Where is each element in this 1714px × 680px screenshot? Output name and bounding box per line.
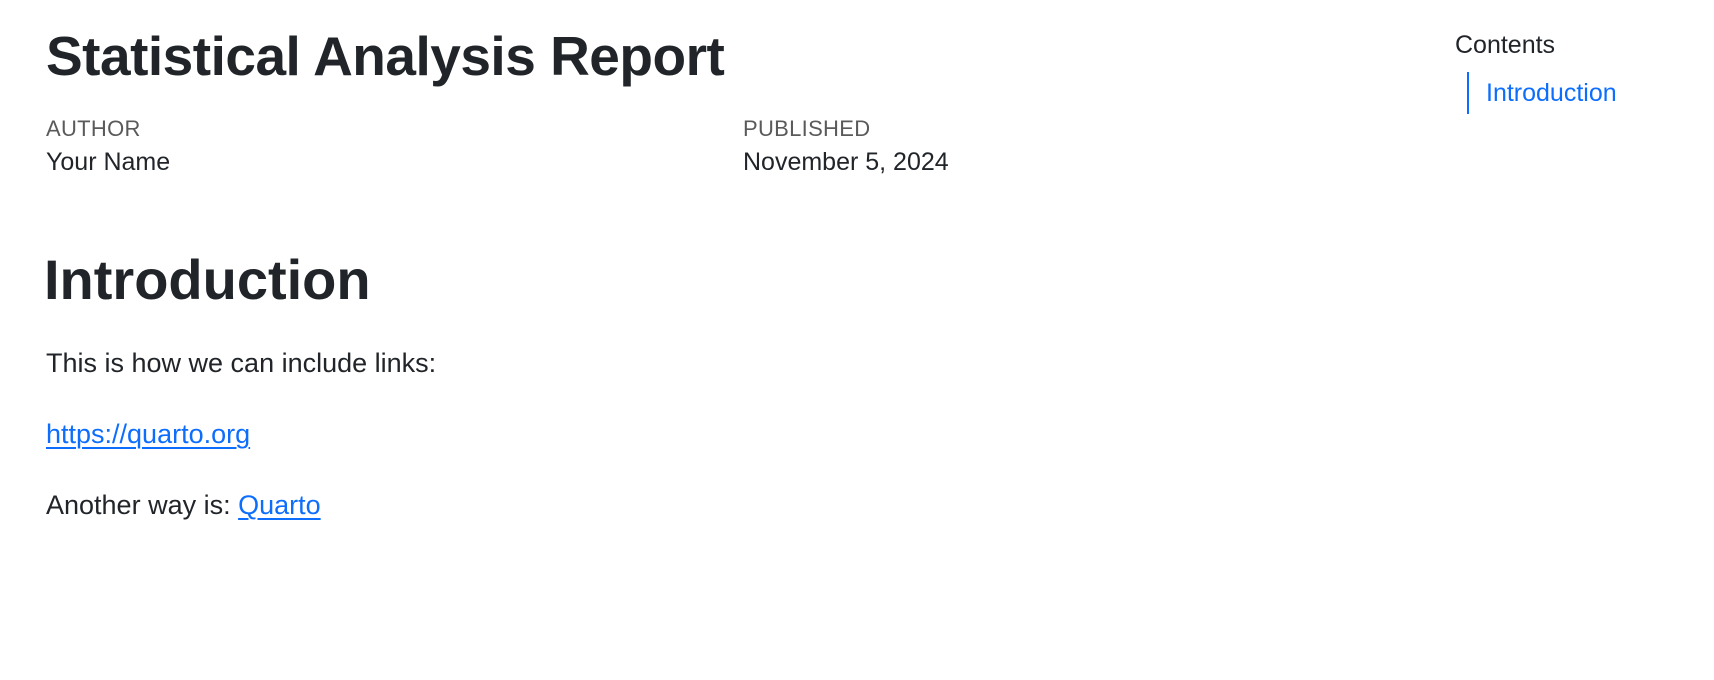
another-way-label: Another way is: (46, 490, 239, 520)
quarto-url-link[interactable]: https://quarto.org (46, 419, 250, 449)
author-name: Your Name (46, 148, 171, 176)
published-block: PUBLISHED November 5, 2024 (743, 114, 949, 180)
intro-paragraph: This is how we can include links: (46, 348, 437, 378)
toc-item-introduction[interactable]: Introduction (1486, 72, 1695, 114)
author-block: AUTHOR Your Name (46, 114, 170, 180)
section-heading-introduction: Introduction (44, 248, 371, 311)
published-heading: PUBLISHED (743, 116, 871, 141)
table-of-contents: Contents Introduction (1455, 28, 1695, 114)
page-title: Statistical Analysis Report (46, 25, 725, 87)
toc-list: Introduction (1467, 72, 1695, 114)
another-way-paragraph: Another way is: Quarto (46, 486, 321, 524)
author-heading: AUTHOR (46, 116, 141, 141)
url-link-paragraph: https://quarto.org (46, 415, 250, 453)
published-date: November 5, 2024 (743, 148, 949, 176)
toc-title: Contents (1455, 31, 1556, 59)
quarto-named-link[interactable]: Quarto (238, 490, 321, 520)
